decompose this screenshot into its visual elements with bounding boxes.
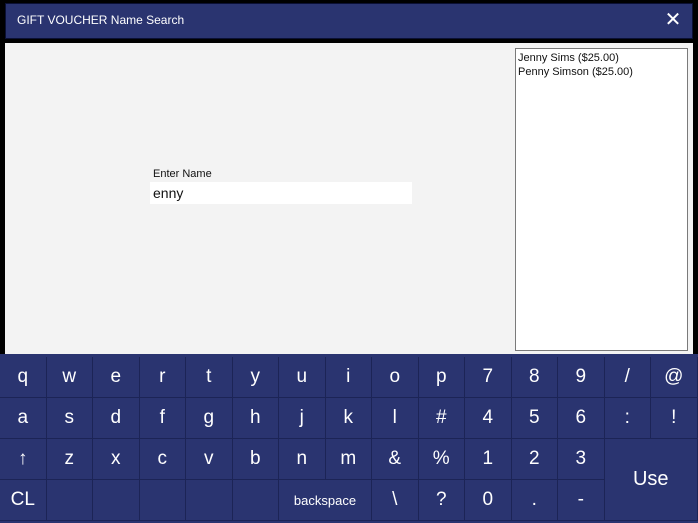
- key-question[interactable]: ?: [418, 480, 465, 521]
- key-9[interactable]: 9: [558, 357, 605, 398]
- key-y[interactable]: y: [232, 357, 279, 398]
- key-period[interactable]: .: [511, 480, 558, 521]
- on-screen-keyboard: q w e r t y u i o p 7 8 9/@ a s d f g h j k l #4 5 6:! ↑ z x c v b n m &%…: [0, 354, 698, 523]
- key-slash[interactable]: /: [604, 357, 651, 398]
- key-backslash[interactable]: \: [372, 480, 419, 521]
- key-exclamation[interactable]: !: [651, 398, 698, 439]
- key-colon[interactable]: :: [604, 398, 651, 439]
- key-a[interactable]: a: [0, 398, 47, 439]
- search-panel: Enter Name Jenny Sims ($25.00) Penny Sim…: [5, 43, 693, 354]
- result-item[interactable]: Penny Simson ($25.00): [518, 65, 685, 79]
- blank-key[interactable]: [186, 480, 233, 521]
- key-m[interactable]: m: [325, 439, 372, 480]
- key-q[interactable]: q: [0, 357, 47, 398]
- key-j[interactable]: j: [279, 398, 326, 439]
- blank-key[interactable]: [139, 480, 186, 521]
- results-list[interactable]: Jenny Sims ($25.00) Penny Simson ($25.00…: [515, 48, 688, 351]
- key-g[interactable]: g: [186, 398, 233, 439]
- key-4[interactable]: 4: [465, 398, 512, 439]
- key-i[interactable]: i: [325, 357, 372, 398]
- key-z[interactable]: z: [46, 439, 93, 480]
- key-h[interactable]: h: [232, 398, 279, 439]
- key-7[interactable]: 7: [465, 357, 512, 398]
- key-8[interactable]: 8: [511, 357, 558, 398]
- key-c[interactable]: c: [139, 439, 186, 480]
- key-ampersand[interactable]: &: [372, 439, 419, 480]
- key-6[interactable]: 6: [558, 398, 605, 439]
- key-l[interactable]: l: [372, 398, 419, 439]
- name-search-input[interactable]: [150, 182, 412, 204]
- key-2[interactable]: 2: [511, 439, 558, 480]
- key-3[interactable]: 3: [558, 439, 605, 480]
- use-button[interactable]: Use: [604, 439, 698, 521]
- key-p[interactable]: p: [418, 357, 465, 398]
- blank-key[interactable]: [93, 480, 140, 521]
- key-d[interactable]: d: [93, 398, 140, 439]
- key-percent[interactable]: %: [418, 439, 465, 480]
- key-s[interactable]: s: [46, 398, 93, 439]
- key-f[interactable]: f: [139, 398, 186, 439]
- key-1[interactable]: 1: [465, 439, 512, 480]
- key-e[interactable]: e: [93, 357, 140, 398]
- window-title: GIFT VOUCHER Name Search: [17, 13, 185, 27]
- shift-key[interactable]: ↑: [0, 439, 47, 480]
- key-5[interactable]: 5: [511, 398, 558, 439]
- close-icon[interactable]: ✕: [662, 9, 684, 31]
- key-v[interactable]: v: [186, 439, 233, 480]
- key-r[interactable]: r: [139, 357, 186, 398]
- key-w[interactable]: w: [46, 357, 93, 398]
- key-b[interactable]: b: [232, 439, 279, 480]
- key-x[interactable]: x: [93, 439, 140, 480]
- title-bar: GIFT VOUCHER Name Search ✕: [5, 3, 693, 39]
- key-at[interactable]: @: [651, 357, 698, 398]
- enter-name-label: Enter Name: [153, 168, 212, 180]
- key-n[interactable]: n: [279, 439, 326, 480]
- key-0[interactable]: 0: [465, 480, 512, 521]
- key-o[interactable]: o: [372, 357, 419, 398]
- key-u[interactable]: u: [279, 357, 326, 398]
- blank-key[interactable]: [46, 480, 93, 521]
- key-hash[interactable]: #: [418, 398, 465, 439]
- backspace-key[interactable]: backspace: [279, 480, 372, 521]
- key-t[interactable]: t: [186, 357, 233, 398]
- key-minus[interactable]: -: [558, 480, 605, 521]
- key-k[interactable]: k: [325, 398, 372, 439]
- blank-key[interactable]: [232, 480, 279, 521]
- clear-key[interactable]: CL: [0, 480, 47, 521]
- result-item[interactable]: Jenny Sims ($25.00): [518, 51, 685, 65]
